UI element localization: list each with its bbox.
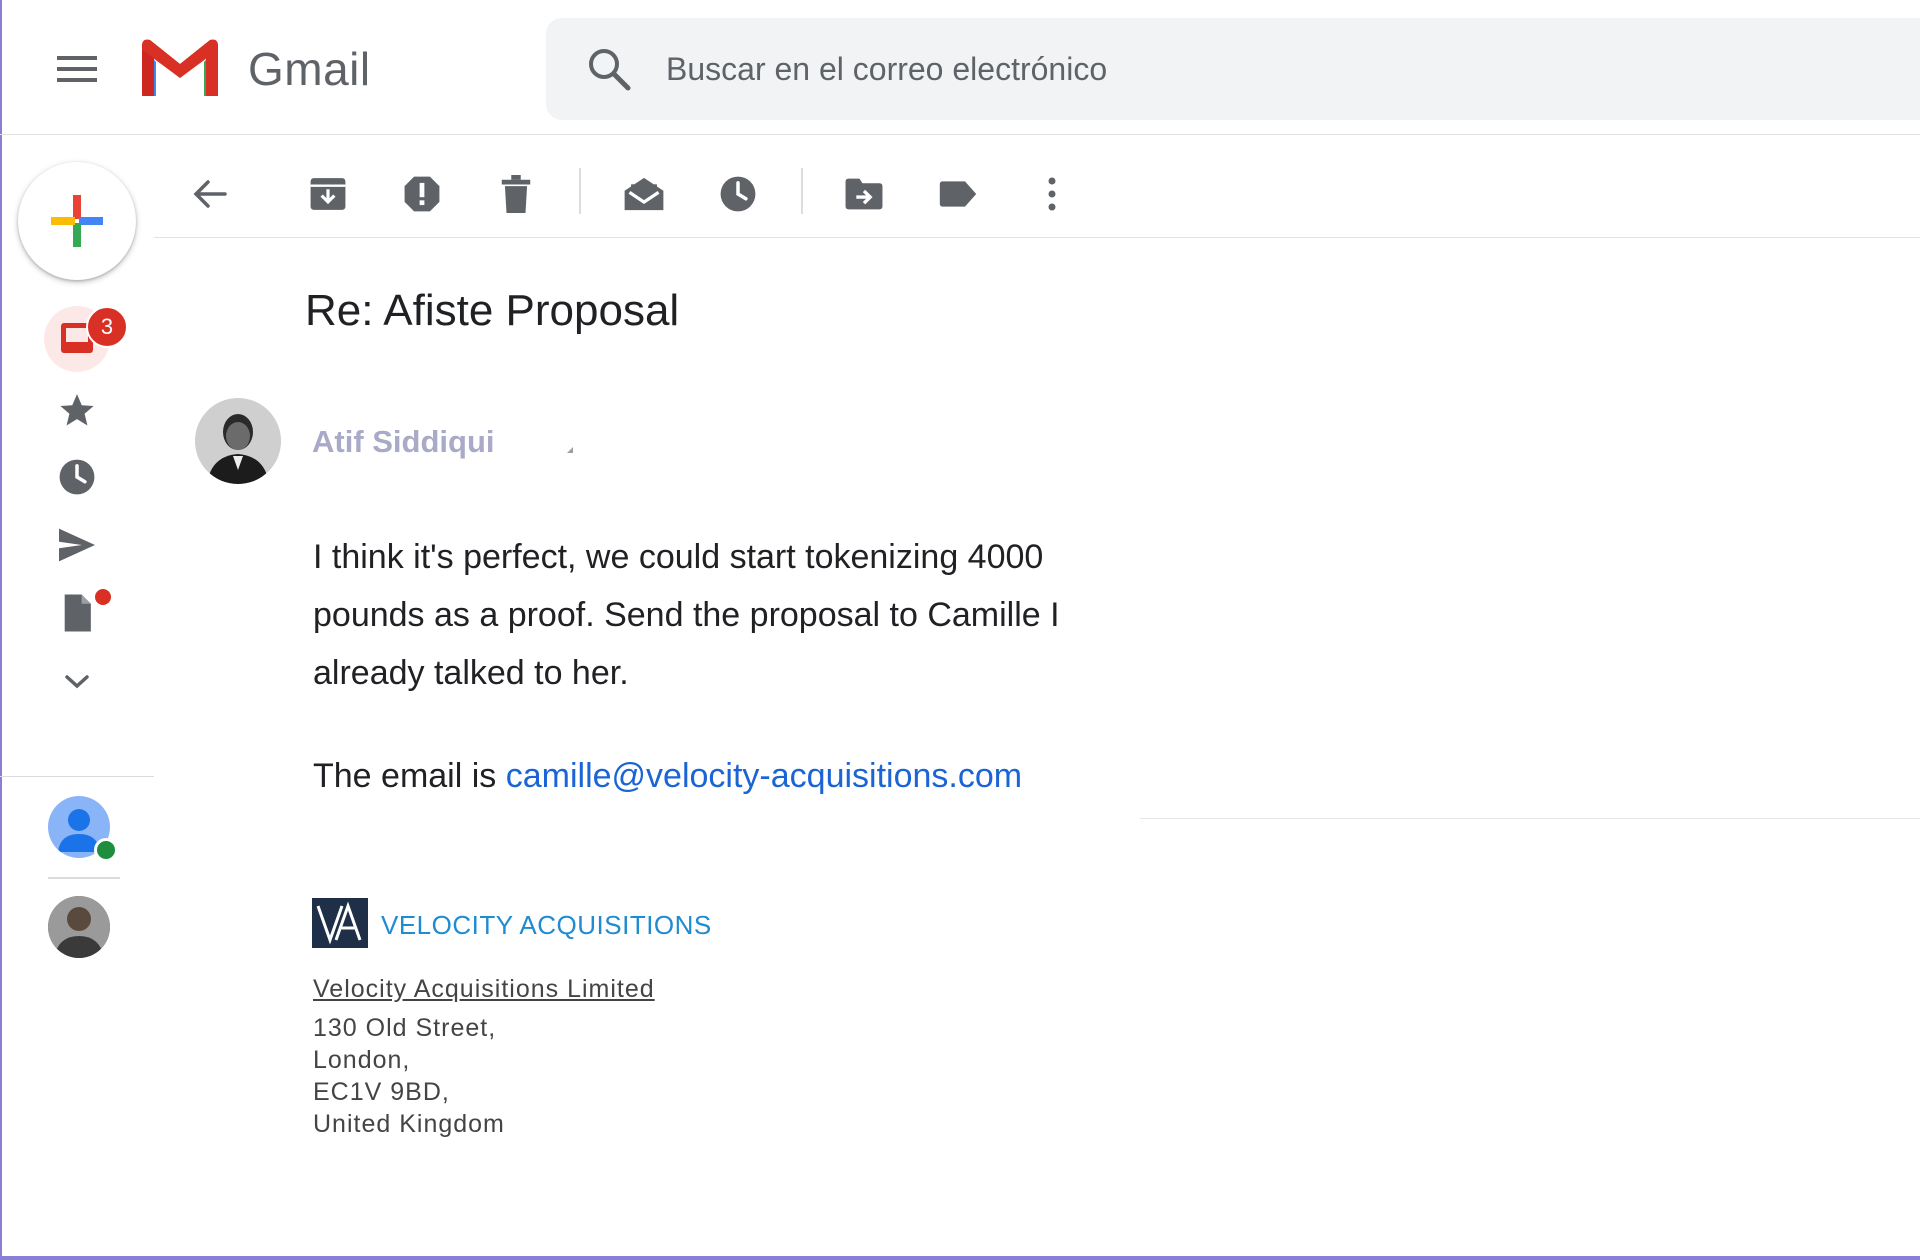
- search-bar[interactable]: [546, 18, 1920, 120]
- mark-unread-button[interactable]: [614, 164, 674, 224]
- online-status-dot: [94, 838, 118, 862]
- snooze-button[interactable]: [708, 164, 768, 224]
- sidebar-item-starred[interactable]: [40, 380, 114, 440]
- message-body: I think it's perfect, we could start tok…: [313, 528, 1113, 702]
- label-icon: [939, 181, 977, 207]
- star-icon: [60, 394, 94, 426]
- toolbar-separator: [579, 168, 581, 214]
- signature-address: 130 Old Street, London, EC1V 9BD, United…: [313, 1012, 505, 1140]
- delete-button[interactable]: [486, 164, 546, 224]
- top-header: Gmail: [0, 0, 1920, 135]
- user-photo-icon: [48, 896, 110, 958]
- message-body-line: pounds as a proof. Send the proposal to …: [313, 596, 1060, 634]
- address-line: EC1V 9BD,: [313, 1078, 450, 1106]
- search-icon[interactable]: [586, 46, 632, 92]
- va-logo: [312, 898, 368, 948]
- drafts-indicator-dot: [95, 589, 111, 605]
- email-link[interactable]: camille@velocity-acquisitions.com: [506, 757, 1022, 795]
- signature-brand: VELOCITY ACQUISITIONS: [381, 910, 712, 940]
- compose-plus-icon: [51, 195, 103, 247]
- message-body-line: I think it's perfect, we could start tok…: [313, 538, 1044, 576]
- window-frame-left: [0, 0, 2, 1260]
- body-divider: [1140, 818, 1920, 819]
- sidebar-divider-short: [48, 877, 120, 879]
- address-line: United Kingdom: [313, 1110, 505, 1138]
- back-arrow-icon: [193, 180, 227, 208]
- signature-company-link[interactable]: Velocity Acquisitions Limited: [313, 975, 655, 1004]
- email-prefix: The email is: [313, 757, 497, 795]
- sidebar-item-sent[interactable]: [40, 515, 114, 575]
- address-line: London,: [313, 1046, 411, 1074]
- inbox-unread-badge: 3: [86, 306, 128, 348]
- move-to-icon: [845, 178, 883, 210]
- sender-avatar[interactable]: [195, 398, 281, 484]
- address-line: 130 Old Street,: [313, 1014, 497, 1042]
- mark-unread-icon: [624, 177, 664, 211]
- message-body-line: already talked to her.: [313, 654, 629, 692]
- more-options-button[interactable]: [1022, 164, 1082, 224]
- gmail-brand-text: Gmail: [248, 43, 371, 95]
- chevron-down-icon: [65, 675, 89, 689]
- sender-details-icon: [567, 447, 573, 453]
- more-vert-icon: [1048, 177, 1056, 211]
- compose-button[interactable]: [18, 162, 136, 280]
- sender-name[interactable]: Atif Siddiqui: [312, 424, 495, 460]
- send-icon: [59, 528, 95, 562]
- snooze-icon: [720, 176, 756, 212]
- report-spam-icon: [404, 176, 440, 212]
- hamburger-menu-icon: [57, 56, 97, 82]
- sidebar-item-snoozed[interactable]: [40, 447, 114, 507]
- search-input[interactable]: [666, 46, 1766, 92]
- sidebar-divider: [0, 776, 154, 777]
- label-button[interactable]: [928, 164, 988, 224]
- back-button[interactable]: [180, 164, 240, 224]
- gmail-logo-icon[interactable]: [138, 36, 222, 100]
- main-menu-button[interactable]: [52, 44, 102, 94]
- move-to-button[interactable]: [834, 164, 894, 224]
- draft-icon: [64, 594, 91, 632]
- va-logo-mark-icon: [312, 898, 368, 948]
- toolbar-separator: [801, 168, 803, 214]
- window-frame-bottom: [0, 1256, 1920, 1260]
- email-sentence: The email is camille@velocity-acquisitio…: [313, 757, 1022, 796]
- archive-button[interactable]: [298, 164, 358, 224]
- delete-icon: [501, 175, 531, 213]
- archive-icon: [310, 178, 346, 210]
- report-spam-button[interactable]: [392, 164, 452, 224]
- sidebar-more-button[interactable]: [40, 652, 114, 712]
- clock-icon: [59, 459, 95, 495]
- message-toolbar: [154, 148, 1920, 238]
- user-avatar[interactable]: [48, 896, 110, 958]
- message-subject: Re: Afiste Proposal: [305, 286, 680, 335]
- sender-photo-icon: [195, 398, 281, 484]
